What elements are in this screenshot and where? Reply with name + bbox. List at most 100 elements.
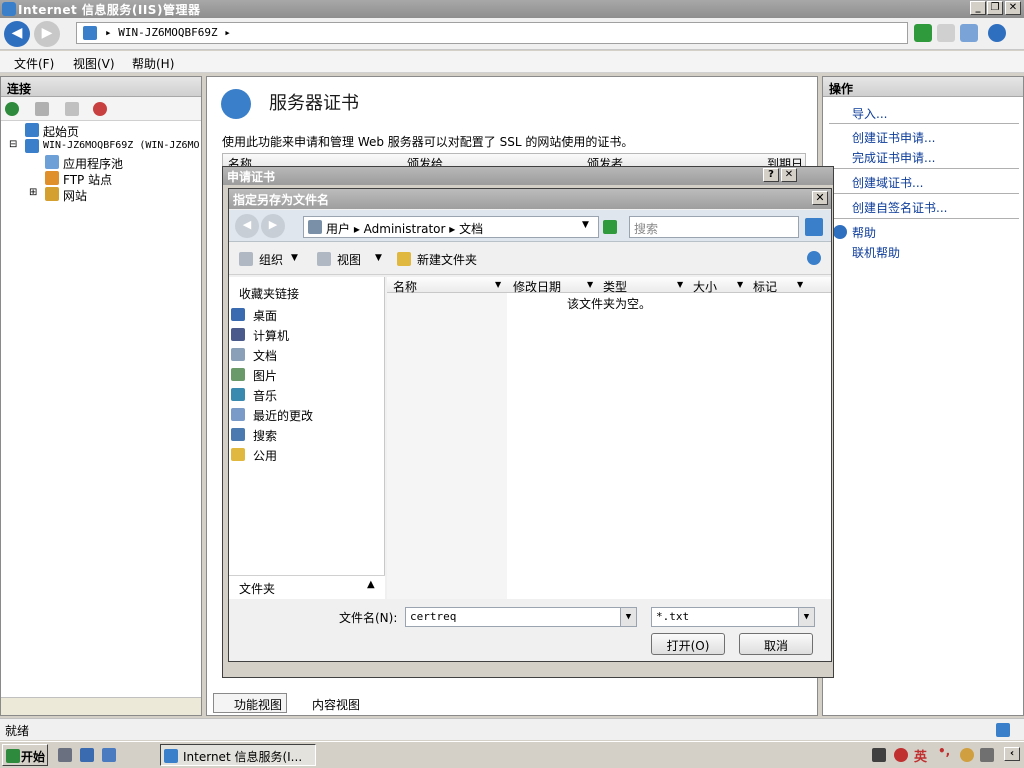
keyboard-icon[interactable] [872, 748, 886, 762]
disconnect-icon[interactable] [93, 102, 107, 116]
request-help-button[interactable]: ? [763, 168, 779, 182]
search-icon[interactable] [805, 218, 823, 236]
col-name-dropdown-icon[interactable]: ▼ [495, 280, 501, 289]
server-icon [83, 26, 97, 40]
fav-documents[interactable]: 文档 [231, 347, 277, 364]
close-button[interactable]: ✕ [1005, 1, 1021, 15]
taskbar-item-iis[interactable]: Internet 信息服务(I... [160, 744, 316, 766]
fav-music[interactable]: 音乐 [231, 387, 277, 404]
open-button[interactable]: 打开(O) [651, 633, 725, 655]
action-import[interactable]: 导入... [852, 105, 887, 122]
col-type-dropdown-icon[interactable]: ▼ [677, 280, 683, 289]
request-dialog-caption[interactable]: 申请证书 ? ✕ [223, 167, 833, 185]
col-size-dropdown-icon[interactable]: ▼ [737, 280, 743, 289]
fav-computer[interactable]: 计算机 [231, 327, 289, 344]
back-button[interactable]: ◀ [4, 21, 30, 47]
help-icon[interactable] [988, 24, 1006, 42]
request-dialog-title: 申请证书 [227, 170, 276, 184]
save-help-icon[interactable] [807, 251, 821, 265]
request-close-button[interactable]: ✕ [781, 168, 797, 182]
address-field[interactable]: ▸ WIN-JZ6MOQBF69Z ▸ [76, 22, 908, 44]
col-modified[interactable]: 修改日期 [513, 278, 561, 295]
views-button[interactable]: 视图 [337, 251, 361, 268]
action-help[interactable]: 帮助 [852, 224, 876, 241]
save-dialog-navbar: ◀ ▶ 用户 ▸ Administrator ▸ 文档 ▼ 搜索 [229, 210, 831, 242]
content-view-tab[interactable]: 内容视图 [291, 693, 365, 713]
tree-server[interactable]: WIN-JZ6MOQBF69Z (WIN-JZ6MO [43, 140, 200, 151]
tree-ftp-sites[interactable]: FTP 站点 [63, 171, 112, 188]
ime-punct-icon[interactable]: •, [938, 744, 950, 758]
action-complete-request[interactable]: 完成证书申请... [852, 149, 935, 166]
desktop-icon [231, 308, 245, 321]
maximize-button[interactable]: ❐ [987, 1, 1003, 15]
tree-collapse-icon[interactable]: ⊟ [9, 139, 17, 150]
action-online-help[interactable]: 联机帮助 [852, 244, 900, 261]
cancel-button[interactable]: 取消 [739, 633, 813, 655]
explorer-icon[interactable] [102, 748, 116, 762]
ime-logo-icon[interactable] [894, 748, 908, 762]
file-list[interactable]: 名称 ▼ 修改日期 ▼ 类型 ▼ 大小 ▼ 标记 ▼ 该文件夹为空。 [387, 277, 831, 599]
fav-pictures[interactable]: 图片 [231, 367, 277, 384]
fav-public[interactable]: 公用 [231, 447, 277, 464]
save-breadcrumb[interactable]: 用户 ▸ Administrator ▸ 文档 ▼ [303, 216, 599, 238]
save-icon[interactable] [35, 102, 49, 116]
page-description: 使用此功能来申请和管理 Web 服务器可以对配置了 SSL 的网站使用的证书。 [222, 135, 634, 149]
save-forward-button[interactable]: ▶ [261, 214, 285, 238]
connect-icon[interactable] [5, 102, 19, 116]
folders-toggle[interactable]: 文件夹 ▲ [229, 575, 385, 599]
refresh-icon[interactable] [914, 24, 932, 42]
stop-icon[interactable] [937, 24, 955, 42]
organize-dropdown-icon[interactable]: ▼ [291, 253, 298, 263]
new-folder-button[interactable]: 新建文件夹 [417, 251, 477, 268]
tree-start-page[interactable]: 起始页 [43, 123, 79, 140]
col-type[interactable]: 类型 [603, 278, 627, 295]
action-create-domain-cert[interactable]: 创建域证书... [852, 174, 923, 191]
ime-settings-icon[interactable] [980, 748, 994, 762]
filename-input[interactable]: certreq ▼ [405, 607, 637, 627]
ime-tool-icon[interactable] [960, 748, 974, 762]
filename-dropdown-icon[interactable]: ▼ [620, 608, 636, 626]
save-search-input[interactable]: 搜索 [629, 216, 799, 238]
minimize-button[interactable]: _ [970, 1, 986, 15]
col-tags[interactable]: 标记 [753, 278, 777, 295]
ime-language[interactable]: 英 [914, 746, 927, 765]
tree-app-pools[interactable]: 应用程序池 [63, 155, 123, 172]
forward-button[interactable]: ▶ [34, 21, 60, 47]
empty-folder-text: 该文件夹为空。 [567, 297, 652, 311]
save-dialog-footer: 文件名(N): certreq ▼ *.txt ▼ 打开(O) 取消 [229, 601, 831, 661]
window-titlebar[interactable]: Internet 信息服务(IIS)管理器 _ ❐ ✕ [0, 0, 1024, 18]
menu-help[interactable]: 帮助(H) [132, 55, 174, 72]
filetype-dropdown-icon[interactable]: ▼ [798, 608, 814, 626]
tree-expand-icon[interactable]: ⊞ [29, 187, 37, 198]
action-create-self-signed[interactable]: 创建自签名证书... [852, 199, 947, 216]
start-button[interactable]: 开始 [2, 744, 48, 766]
fav-search[interactable]: 搜索 [231, 427, 277, 444]
up-icon[interactable] [65, 102, 79, 116]
server-manager-icon[interactable] [58, 748, 72, 762]
start-label: 开始 [21, 750, 46, 764]
col-modified-dropdown-icon[interactable]: ▼ [587, 280, 593, 289]
home-icon[interactable] [960, 24, 978, 42]
save-back-button[interactable]: ◀ [235, 214, 259, 238]
connections-hscrollbar[interactable] [1, 697, 201, 715]
save-dialog-close-button[interactable]: ✕ [812, 191, 828, 205]
fav-desktop[interactable]: 桌面 [231, 307, 277, 324]
tree-sites[interactable]: 网站 [63, 187, 87, 204]
tray-collapse-icon[interactable]: ‹ [1004, 747, 1020, 761]
server-certificates-icon [221, 89, 251, 119]
connections-toolbar [1, 97, 201, 121]
fav-recent-changes[interactable]: 最近的更改 [231, 407, 313, 424]
features-view-tab[interactable]: 功能视图 [213, 693, 288, 713]
action-create-request[interactable]: 创建证书申请... [852, 129, 935, 146]
save-dialog-caption[interactable]: 指定另存为文件名 ✕ [229, 189, 831, 209]
filetype-select[interactable]: *.txt ▼ [651, 607, 815, 627]
views-dropdown-icon[interactable]: ▼ [375, 253, 382, 263]
show-desktop-icon[interactable] [80, 748, 94, 762]
breadcrumb-dropdown-icon[interactable]: ▼ [582, 220, 589, 230]
menu-view[interactable]: 视图(V) [73, 55, 115, 72]
menu-file[interactable]: 文件(F) [14, 55, 54, 72]
col-size[interactable]: 大小 [693, 278, 717, 295]
organize-button[interactable]: 组织 [259, 251, 283, 268]
col-tags-dropdown-icon[interactable]: ▼ [797, 280, 803, 289]
save-refresh-icon[interactable] [603, 220, 617, 234]
